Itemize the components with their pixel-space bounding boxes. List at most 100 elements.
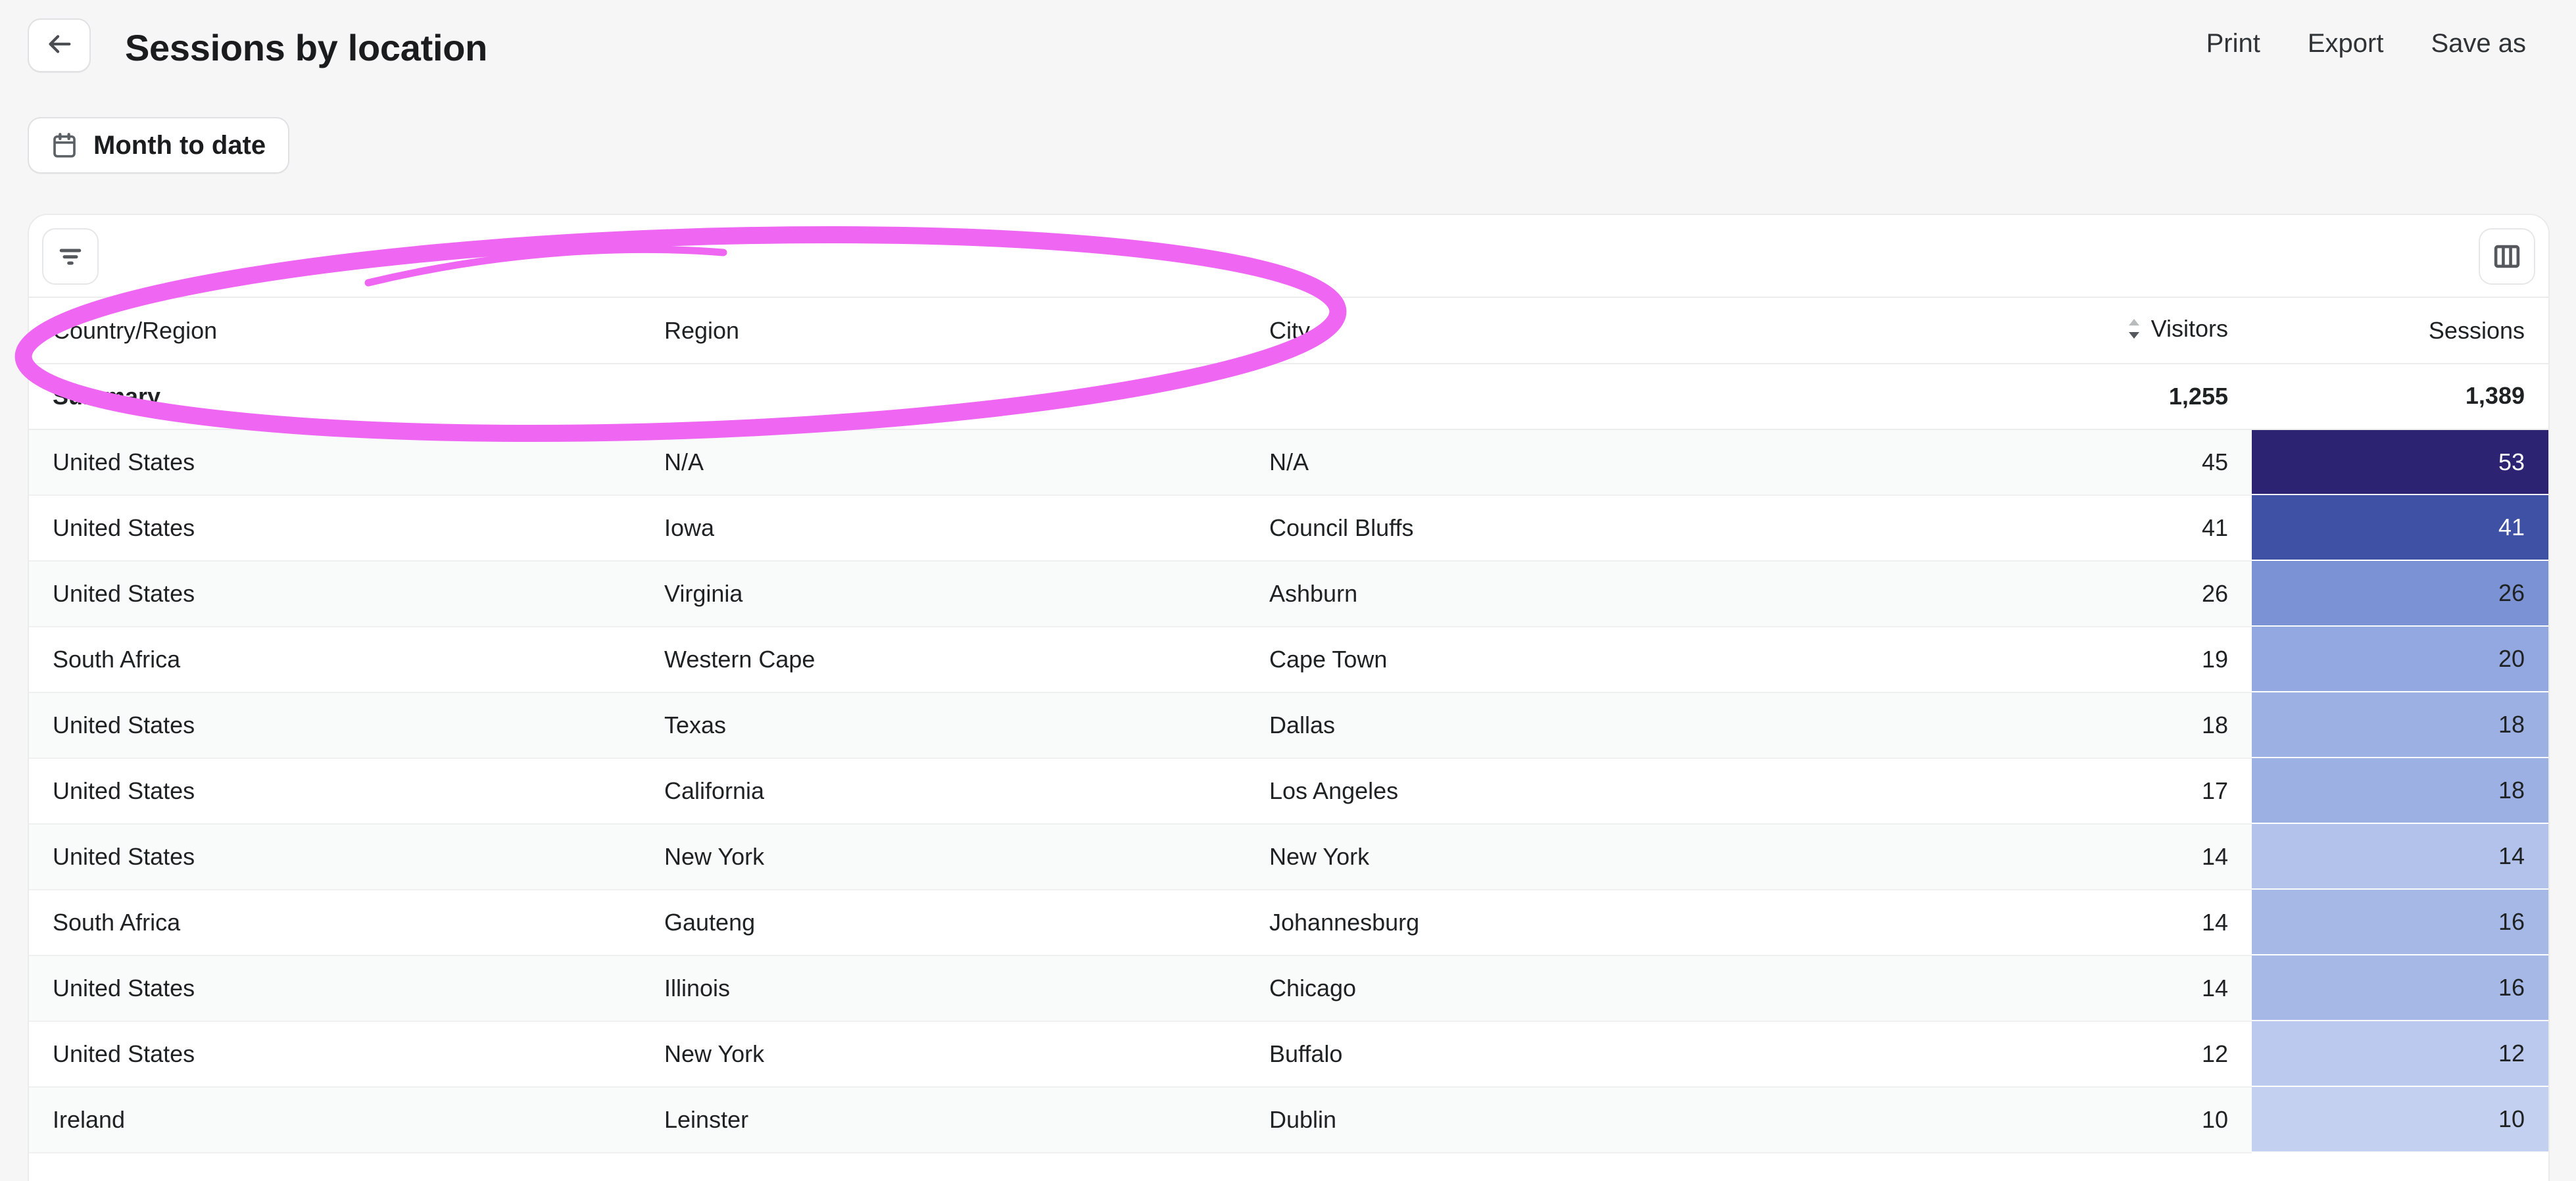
column-header-region[interactable]: Region (641, 298, 1246, 364)
cell-country: United States (29, 692, 641, 758)
table-toolbar (29, 215, 2548, 298)
cell-visitors: 26 (2002, 561, 2252, 627)
cell-region: Illinois (641, 955, 1246, 1021)
cell-country: United States (29, 495, 641, 561)
date-range-button[interactable]: Month to date (28, 117, 289, 174)
cell-sessions-heatmap: 10 (2252, 1087, 2548, 1153)
calendar-icon (51, 132, 78, 159)
cell-country: United States (29, 824, 641, 890)
page-header: Sessions by location Print Export Save a… (0, 0, 2576, 102)
table-row[interactable]: United StatesIowaCouncil Bluffs4141 (29, 495, 2548, 561)
summary-visitors: 1,255 (2002, 364, 2252, 429)
cell-sessions-heatmap: 14 (2252, 824, 2548, 890)
sort-arrows-icon (2127, 318, 2141, 340)
column-header-visitors[interactable]: Visitors (2002, 298, 2252, 364)
cell-city: Buffalo (1246, 1021, 2002, 1087)
cell-country: United States (29, 955, 641, 1021)
cell-city: Los Angeles (1246, 758, 2002, 824)
filter-icon (55, 241, 85, 272)
cell-region: Western Cape (641, 627, 1246, 692)
cell-sessions-heatmap: 41 (2252, 495, 2548, 561)
cell-country: United States (29, 561, 641, 627)
date-range-label: Month to date (93, 131, 266, 160)
cell-visitors: 19 (2002, 627, 2252, 692)
back-button[interactable] (28, 18, 91, 72)
columns-icon (2492, 241, 2522, 272)
column-header-sessions[interactable]: Sessions (2252, 298, 2548, 364)
cell-city: Cape Town (1246, 627, 2002, 692)
table-body: Summary1,2551,389United StatesN/AN/A4553… (29, 364, 2548, 1153)
cell-city: Chicago (1246, 955, 2002, 1021)
cell-visitors: 17 (2002, 758, 2252, 824)
cell-country: United States (29, 429, 641, 495)
export-button[interactable]: Export (2284, 29, 2408, 59)
column-header-country[interactable]: Country/Region (29, 298, 641, 364)
cell-region: California (641, 758, 1246, 824)
cell-city: Dublin (1246, 1087, 2002, 1153)
summary-region (641, 364, 1246, 429)
cell-visitors: 14 (2002, 890, 2252, 955)
column-header-visitors-label: Visitors (2151, 315, 2228, 343)
table-row[interactable]: IrelandLeinsterDublin1010 (29, 1087, 2548, 1153)
page-title: Sessions by location (125, 26, 487, 69)
table-row[interactable]: United StatesTexasDallas1818 (29, 692, 2548, 758)
cell-country: United States (29, 758, 641, 824)
cell-country: Ireland (29, 1087, 641, 1153)
print-button[interactable]: Print (2183, 29, 2284, 59)
save-as-button[interactable]: Save as (2407, 29, 2550, 59)
cell-visitors: 18 (2002, 692, 2252, 758)
column-header-city[interactable]: City (1246, 298, 2002, 364)
cell-visitors: 45 (2002, 429, 2252, 495)
cell-country: United States (29, 1021, 641, 1087)
cell-city: Johannesburg (1246, 890, 2002, 955)
columns-button[interactable] (2479, 228, 2535, 285)
cell-visitors: 10 (2002, 1087, 2252, 1153)
cell-region: Texas (641, 692, 1246, 758)
header-actions: Print Export Save as (2183, 29, 2550, 59)
table-row[interactable]: South AfricaGautengJohannesburg1416 (29, 890, 2548, 955)
summary-sessions: 1,389 (2252, 364, 2548, 429)
report-page: Sessions by location Print Export Save a… (0, 0, 2576, 1181)
summary-label: Summary (29, 364, 641, 429)
cell-city: Council Bluffs (1246, 495, 2002, 561)
summary-city (1246, 364, 2002, 429)
cell-sessions-heatmap: 16 (2252, 955, 2548, 1021)
cell-sessions-heatmap: 20 (2252, 627, 2548, 692)
table-summary-row: Summary 1,2551,389 (29, 364, 2548, 429)
cell-visitors: 41 (2002, 495, 2252, 561)
table-row[interactable]: South AfricaWestern CapeCape Town1920 (29, 627, 2548, 692)
cell-visitors: 12 (2002, 1021, 2252, 1087)
arrow-left-icon (44, 29, 74, 62)
cell-region: N/A (641, 429, 1246, 495)
cell-region: New York (641, 1021, 1246, 1087)
cell-visitors: 14 (2002, 955, 2252, 1021)
cell-region: Gauteng (641, 890, 1246, 955)
cell-region: Virginia (641, 561, 1246, 627)
cell-sessions-heatmap: 53 (2252, 429, 2548, 495)
cell-city: N/A (1246, 429, 2002, 495)
cell-sessions-heatmap: 12 (2252, 1021, 2548, 1087)
cell-region: Leinster (641, 1087, 1246, 1153)
cell-city: Dallas (1246, 692, 2002, 758)
table-row[interactable]: United StatesNew YorkNew York1414 (29, 824, 2548, 890)
report-card: Country/Region Region City Visitors (28, 214, 2550, 1181)
cell-sessions-heatmap: 18 (2252, 692, 2548, 758)
cell-region: Iowa (641, 495, 1246, 561)
cell-region: New York (641, 824, 1246, 890)
cell-sessions-heatmap: 18 (2252, 758, 2548, 824)
cell-visitors: 14 (2002, 824, 2252, 890)
cell-country: South Africa (29, 890, 641, 955)
table-row[interactable]: United StatesNew YorkBuffalo1212 (29, 1021, 2548, 1087)
cell-sessions-heatmap: 16 (2252, 890, 2548, 955)
table-row[interactable]: United StatesIllinoisChicago1416 (29, 955, 2548, 1021)
cell-country: South Africa (29, 627, 641, 692)
locations-table: Country/Region Region City Visitors (29, 298, 2548, 1153)
cell-city: New York (1246, 824, 2002, 890)
table-row[interactable]: United StatesCaliforniaLos Angeles1718 (29, 758, 2548, 824)
table-head: Country/Region Region City Visitors (29, 298, 2548, 364)
table-header-row: Country/Region Region City Visitors (29, 298, 2548, 364)
table-row[interactable]: United StatesN/AN/A4553 (29, 429, 2548, 495)
filter-button[interactable] (42, 228, 99, 285)
cell-sessions-heatmap: 26 (2252, 561, 2548, 627)
table-row[interactable]: United StatesVirginiaAshburn2626 (29, 561, 2548, 627)
